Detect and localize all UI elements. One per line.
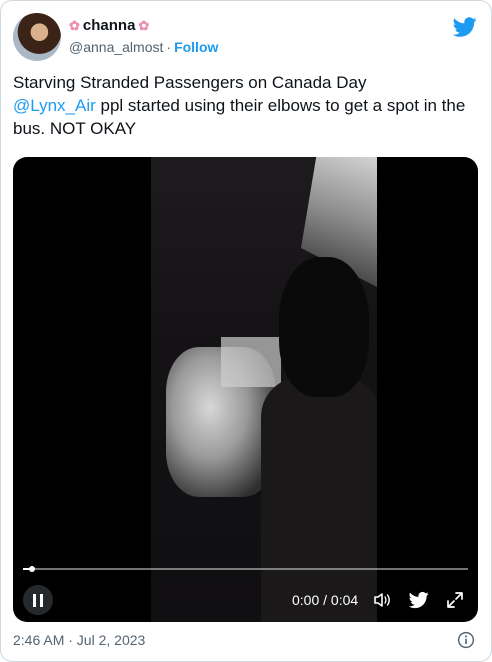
pause-button[interactable]: [23, 585, 53, 615]
twitter-bird-icon[interactable]: [409, 590, 429, 610]
video-timecode: 0:00 / 0:04: [292, 592, 359, 608]
twitter-bird-icon[interactable]: [453, 15, 477, 39]
separator-dot: ·: [166, 39, 172, 55]
tweet-timestamp[interactable]: 2:46 AM · Jul 2, 2023: [13, 632, 145, 648]
avatar[interactable]: [13, 13, 61, 61]
display-name[interactable]: ✿ channa ✿: [69, 17, 149, 34]
mention-link[interactable]: @Lynx_Air: [13, 96, 96, 115]
cherry-blossom-icon: ✿: [69, 18, 80, 33]
video-progress-bar[interactable]: [23, 566, 468, 572]
frame-sign: [221, 337, 281, 387]
follow-button[interactable]: Follow: [174, 39, 218, 55]
video-player[interactable]: 0:00 / 0:04: [13, 157, 478, 622]
display-name-text: channa: [82, 17, 136, 34]
handle-row: @anna_almost · Follow: [69, 39, 218, 55]
info-icon[interactable]: [457, 631, 475, 649]
pause-icon: [40, 593, 43, 607]
tweet-text-line1: Starving Stranded Passengers on Canada D…: [13, 73, 367, 92]
cherry-blossom-icon: ✿: [138, 18, 150, 33]
frame-figure-right: [261, 377, 377, 622]
user-handle[interactable]: @anna_almost: [69, 39, 163, 55]
volume-icon[interactable]: [372, 590, 392, 610]
fullscreen-icon[interactable]: [445, 590, 465, 610]
video-frame[interactable]: [151, 157, 377, 622]
video-progress-knob[interactable]: [28, 566, 35, 572]
frame-head: [279, 257, 369, 397]
pause-icon: [33, 593, 36, 607]
tweet-card: ✿ channa ✿ @anna_almost · Follow Starving …: [0, 0, 492, 662]
tweet-text: Starving Stranded Passengers on Canada D…: [13, 71, 479, 140]
